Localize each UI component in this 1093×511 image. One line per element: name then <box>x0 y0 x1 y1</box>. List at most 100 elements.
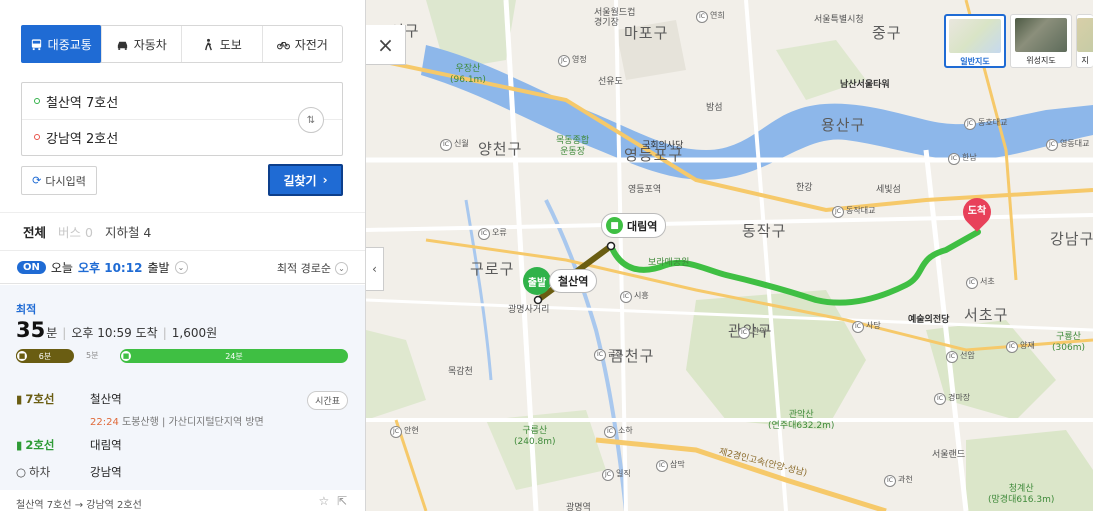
collapse-panel-button[interactable]: ‹ <box>366 247 384 291</box>
maptype-thumbnail <box>1015 18 1067 52</box>
best-route-tag: 최적 <box>16 303 37 316</box>
poi-label: 선유도 <box>598 77 623 87</box>
park-label: 목동종합 운동장 <box>556 136 590 157</box>
alight-label: ○ 하차 <box>16 464 82 480</box>
poi-label: 목감천 <box>448 367 473 377</box>
chevron-down-icon[interactable]: ⌄ <box>174 260 188 274</box>
poi-label: 세빛섬 <box>876 185 901 195</box>
route-actions: ☆ ⇱ <box>319 494 347 508</box>
timetable-button[interactable]: 시간표 <box>307 391 348 410</box>
subway-icon: ■ <box>16 350 28 362</box>
segment-line2: 24분 <box>120 349 348 363</box>
route-result-card[interactable]: 최적 35 분 | 오후 10:59 도착 | 1,600원 6분 5분 24분 … <box>0 285 365 490</box>
line7-label: ▮ 7호선 <box>16 391 82 407</box>
maptype-normal[interactable]: 일반지도 <box>944 14 1006 68</box>
ic-tag: IC 오류 <box>478 227 507 240</box>
mode-walk[interactable]: 도보 <box>181 26 262 62</box>
ic-tag: IC 신월 <box>440 138 469 151</box>
tab-all[interactable]: 전체 <box>23 222 46 241</box>
reset-button[interactable]: ⟳ 다시입력 <box>21 166 97 195</box>
mode-car-label: 자동차 <box>133 37 167 52</box>
step-station: 철산역 <box>90 392 122 406</box>
tab-subway[interactable]: 지하철 4 <box>105 222 151 241</box>
star-icon[interactable]: ☆ <box>319 494 330 508</box>
ic-tag: IC 사당 <box>852 320 881 333</box>
mode-transit[interactable]: 대중교통 <box>21 25 101 63</box>
start-station-chip[interactable]: 철산역 <box>549 269 598 293</box>
end-pin-label: 도착 <box>967 206 987 217</box>
transport-mode-tabs: 대중교통 자동차 도보 자전거 <box>21 25 343 63</box>
duration-value: 35 <box>16 318 46 342</box>
departure-bar: ON 오늘 오후 10:12 출발 ⌄ 최적 경로순 ⌄ <box>0 250 365 284</box>
ic-tag: IC 삼막 <box>656 459 685 472</box>
district-label: 동작구 <box>742 222 787 240</box>
step-line7: ▮ 7호선 철산역 <box>16 391 122 407</box>
maptype-label: 지 <box>1081 56 1089 65</box>
destination-field[interactable]: 강남역 2호선 <box>34 119 118 155</box>
close-panel-button[interactable]: × <box>366 25 406 65</box>
step-line2: ▮ 2호선 대림역 <box>16 437 122 453</box>
park-label: 관악산 (연주대632.2m) <box>768 410 835 431</box>
poi-label: 영등포역 <box>628 185 662 195</box>
share-icon[interactable]: ⇱ <box>337 494 347 508</box>
bus-icon <box>31 38 41 50</box>
chevron-right-icon: › <box>322 173 328 187</box>
maptype-terrain[interactable]: 지 <box>1076 14 1093 68</box>
bike-icon <box>276 41 290 49</box>
sort-dropdown[interactable]: 최적 경로순 ⌄ <box>277 260 348 276</box>
ic-tag: IC 시흥 <box>620 290 649 303</box>
arrival-time: 오후 10:59 도착 <box>71 326 158 340</box>
departure-time[interactable]: 오후 10:12 <box>78 259 142 276</box>
next-route-summary[interactable]: 철산역 7호선 → 강남역 2호선 <box>16 496 142 511</box>
ic-tag: JC 영동대교 <box>1046 138 1089 151</box>
district-label: 용산구 <box>821 116 866 134</box>
transfer-station-chip[interactable]: ■ 대림역 <box>601 213 667 238</box>
result-tabs: 전체 버스 0 지하철 4 <box>0 212 365 250</box>
directions-panel: 대중교통 자동차 도보 자전거 철산역 7호선 강남역 2호선 ⇅ ⟳ 다시입력… <box>0 0 366 511</box>
sort-label: 최적 경로순 <box>276 262 331 275</box>
map-area[interactable]: 서구 마포구 중구 용산구 양천구 영등포구 동작구 강남구 구로구 관악구 서… <box>366 0 1093 511</box>
divider: | <box>162 326 167 340</box>
maptype-satellite[interactable]: 위성지도 <box>1010 14 1072 68</box>
tab-bus[interactable]: 버스 0 <box>58 222 93 241</box>
poi-label: 서울특별시청 <box>814 15 864 25</box>
poi-label: 예술의전당 <box>908 315 950 325</box>
maptype-thumbnail <box>949 19 1001 53</box>
district-label: 서초구 <box>964 306 1009 324</box>
poi-label: 서울랜드 <box>932 450 966 460</box>
maptype-label: 위성지도 <box>1026 56 1056 65</box>
park-label: 구름산 (240.8m) <box>514 426 556 447</box>
origin-field[interactable]: 철산역 7호선 <box>34 83 118 119</box>
sort-chevron-icon: ⌄ <box>335 261 348 275</box>
search-route-label: 길찾기 <box>283 173 317 188</box>
departure-on-toggle[interactable]: ON <box>17 260 46 274</box>
ic-tag: IC 경마장 <box>934 392 970 405</box>
start-station-label: 철산역 <box>558 275 589 288</box>
train-detail: 22:24 도봉산행 | 가산디지털단지역 방면 <box>90 413 264 428</box>
origin-value: 철산역 7호선 <box>46 95 119 111</box>
line2-label: ▮ 2호선 <box>16 437 82 453</box>
walk-icon <box>204 38 212 50</box>
step-station: 대림역 <box>90 438 122 452</box>
mode-bike[interactable]: 자전거 <box>261 26 343 62</box>
line7-name: 7호선 <box>25 392 55 406</box>
line2-name: 2호선 <box>25 438 55 452</box>
ic-tag: IC 소하 <box>604 425 633 438</box>
ic-tag: JC 동호대교 <box>964 117 1007 130</box>
poi-label: 국회의사당 <box>642 141 684 151</box>
divider: | <box>62 326 67 340</box>
search-route-button[interactable]: 길찾기 › <box>268 164 343 196</box>
district-label: 구로구 <box>470 260 515 278</box>
ic-tag: JC 동작대교 <box>832 205 875 218</box>
park-label: 청계산 (망경대616.3m) <box>988 484 1055 505</box>
mode-bike-label: 자전거 <box>294 37 328 52</box>
swap-icon[interactable]: ⇅ <box>298 107 324 133</box>
departure-day: 오늘 <box>50 260 73 275</box>
segment-line7-time: 6분 <box>38 351 52 361</box>
segment-walk-time: 5분 <box>86 351 99 360</box>
subway-icon: ▮ <box>16 438 23 452</box>
mode-car[interactable]: 자동차 <box>100 26 182 62</box>
ic-tag: IC 선암 <box>946 350 975 363</box>
start-pin[interactable]: 출발 <box>523 267 551 295</box>
end-pin[interactable]: 도착 <box>957 192 997 232</box>
